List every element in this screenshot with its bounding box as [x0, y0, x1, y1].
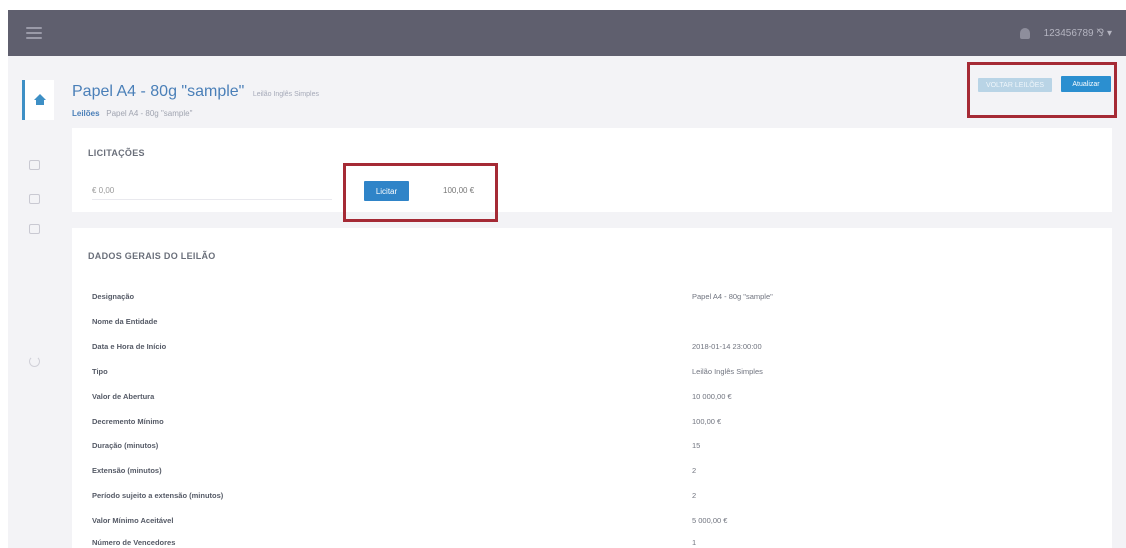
detail-row: Número de Vencedores 1 — [92, 538, 992, 548]
detail-label: Número de Vencedores — [92, 538, 176, 547]
page-subtitle: Leilão Inglês Simples — [252, 91, 319, 98]
detail-row: Decremento Mínimo 100,00 € — [92, 417, 992, 429]
detail-value: 100,00 € — [692, 417, 722, 426]
detail-row: Nome da Entidade — [92, 317, 992, 329]
detail-row: Duração (minutos) 15 — [92, 441, 992, 453]
details-card-title: DADOS GERAIS DO LEILÃO — [88, 251, 216, 261]
list-icon — [28, 160, 40, 170]
bid-amount-input[interactable] — [92, 182, 332, 200]
bid-button[interactable]: Licitar — [364, 181, 409, 201]
detail-value: 2018-01-14 23:00:00 — [692, 342, 762, 351]
page-title: Papel A4 - 80g "sample" Leilão Inglês Si… — [72, 83, 319, 101]
docs-icon — [28, 194, 40, 204]
detail-row: Valor Mínimo Aceitável 5 000,00 € — [92, 516, 992, 528]
detail-label: Extensão (minutos) — [92, 466, 162, 475]
navbar-right: 123456789 ⅋ ▾ — [1019, 27, 1112, 39]
detail-row: Período sujeito a extensão (minutos) 2 — [92, 491, 992, 503]
sidebar-item-briefcase[interactable] — [24, 220, 44, 238]
detail-row: Data e Hora de Início 2018-01-14 23:00:0… — [92, 342, 992, 354]
detail-row: Designação Papel A4 - 80g "sample" — [92, 292, 992, 304]
detail-value: 1 — [692, 538, 697, 547]
menu-icon[interactable] — [26, 27, 42, 39]
detail-row: Extensão (minutos) 2 — [92, 466, 992, 478]
detail-value: 15 — [692, 441, 701, 450]
breadcrumb-current: Papel A4 - 80g "sample" — [106, 109, 193, 118]
detail-label: Nome da Entidade — [92, 317, 158, 326]
breadcrumb: Leilões Papel A4 - 80g "sample" — [72, 109, 192, 118]
sidebar-item-logout[interactable] — [24, 352, 44, 370]
detail-label: Data e Hora de Início — [92, 342, 167, 351]
detail-value: 2 — [692, 491, 697, 500]
user-menu[interactable]: 123456789 ⅋ ▾ — [1044, 28, 1112, 39]
detail-value: Leilão Inglês Simples — [692, 367, 763, 376]
detail-label: Tipo — [92, 367, 108, 376]
sidebar-item-docs[interactable] — [24, 190, 44, 208]
briefcase-icon — [28, 224, 40, 234]
top-navbar: 123456789 ⅋ ▾ — [8, 10, 1126, 56]
sidebar-item-list[interactable] — [24, 156, 44, 174]
bid-min-value: 100,00 € — [443, 186, 475, 195]
home-icon — [33, 94, 46, 105]
detail-value: 2 — [692, 466, 697, 475]
bids-card-title: LICITAÇÕES — [88, 148, 145, 158]
back-to-auctions-button[interactable]: VOLTAR LEILÕES — [978, 78, 1052, 92]
detail-label: Valor Mínimo Aceitável — [92, 516, 174, 525]
detail-value: Papel A4 - 80g "sample" — [692, 292, 773, 301]
detail-value: 10 000,00 € — [692, 392, 732, 401]
refresh-button[interactable]: Atualizar — [1061, 76, 1111, 92]
username: 123456789 ⅋ ▾ — [1043, 27, 1112, 39]
detail-value: 5 000,00 € — [692, 516, 728, 525]
detail-label: Valor de Abertura — [92, 392, 155, 401]
detail-label: Decremento Mínimo — [92, 417, 164, 426]
notification-bell-icon[interactable] — [1019, 27, 1030, 39]
detail-label: Designação — [92, 292, 135, 301]
breadcrumb-root[interactable]: Leilões — [72, 109, 100, 118]
sidebar — [8, 56, 60, 548]
page-title-text: Papel A4 - 80g "sample" — [72, 83, 245, 100]
detail-label: Duração (minutos) — [92, 441, 159, 450]
detail-row: Valor de Abertura 10 000,00 € — [92, 392, 992, 404]
power-icon — [28, 355, 40, 367]
detail-label: Período sujeito a extensão (minutos) — [92, 491, 224, 500]
detail-row: Tipo Leilão Inglês Simples — [92, 367, 992, 379]
sidebar-item-home[interactable] — [22, 80, 54, 120]
